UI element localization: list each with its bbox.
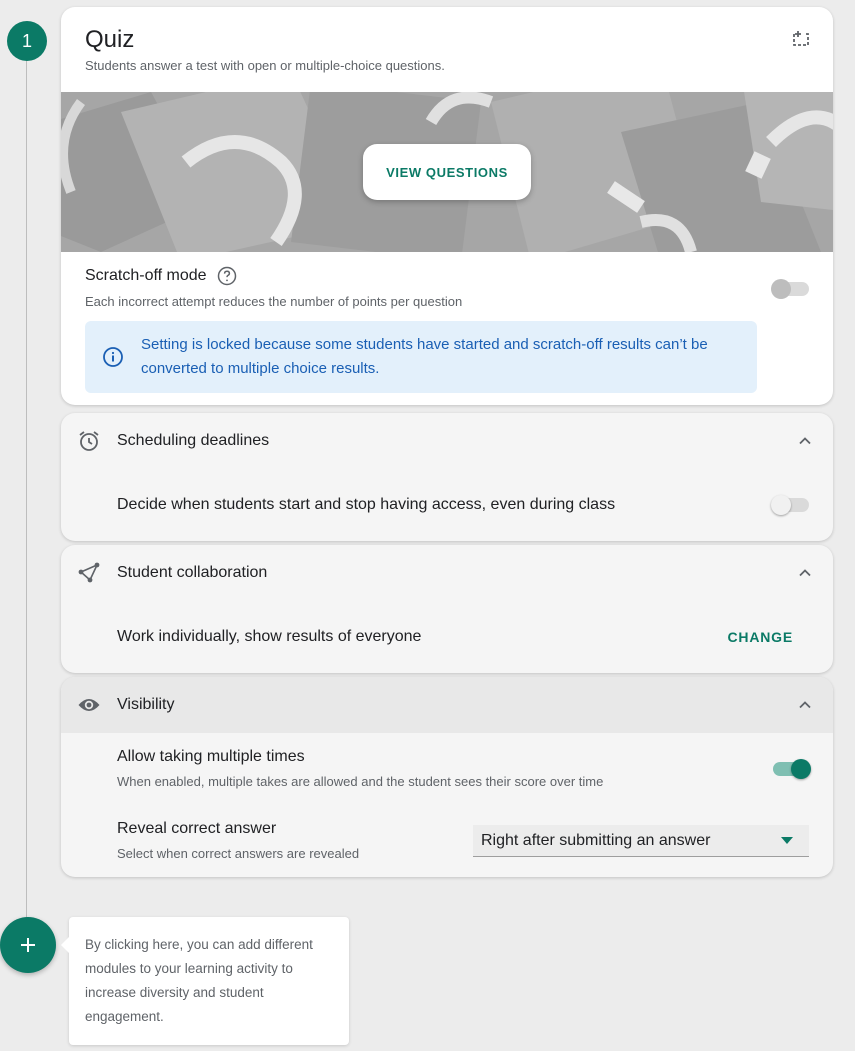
collaboration-header[interactable]: Student collaboration: [61, 545, 833, 601]
scheduling-section: Scheduling deadlines Decide when student…: [61, 413, 833, 541]
toggle-knob: [771, 495, 791, 515]
timeline-line: [26, 60, 27, 920]
chevron-up-icon[interactable]: [797, 433, 813, 449]
quiz-title: Quiz: [85, 26, 135, 53]
visibility-section: Visibility Allow taking multiple times W…: [61, 677, 833, 877]
reveal-answer-description: Select when correct answers are revealed: [117, 846, 360, 861]
collaboration-title: Student collaboration: [117, 564, 268, 581]
collaboration-value: Work individually, show results of every…: [117, 628, 422, 645]
toggle-knob: [771, 279, 791, 299]
locked-info-notice: Setting is locked because some students …: [85, 321, 757, 393]
add-module-tooltip: By clicking here, you can add different …: [61, 917, 349, 1045]
chevron-up-icon[interactable]: [797, 697, 813, 713]
view-questions-button[interactable]: VIEW QUESTIONS: [363, 144, 531, 200]
add-module-button[interactable]: [0, 917, 56, 973]
eye-icon: [78, 699, 100, 711]
reveal-answer-selected-value: Right after submitting an answer: [481, 832, 711, 849]
alarm-clock-icon: [79, 431, 99, 451]
info-icon: [103, 347, 123, 367]
multiple-takes-toggle[interactable]: [773, 759, 811, 779]
toggle-knob: [791, 759, 811, 779]
reveal-answer-title: Reveal correct answer: [117, 820, 277, 837]
chevron-up-icon[interactable]: [797, 565, 813, 581]
scheduling-toggle[interactable]: [771, 495, 809, 515]
scratch-off-toggle[interactable]: [771, 279, 809, 299]
add-to-library-icon[interactable]: [789, 27, 813, 51]
scheduling-title: Scheduling deadlines: [117, 432, 270, 449]
scratch-off-row: Scratch-off mode: [85, 266, 237, 286]
help-circle-icon[interactable]: [217, 266, 237, 286]
add-module-tooltip-text: By clicking here, you can add different …: [85, 937, 313, 1024]
multiple-takes-description: When enabled, multiple takes are allowed…: [117, 774, 604, 789]
dropdown-arrow-icon: [781, 837, 793, 844]
visibility-header[interactable]: Visibility: [61, 677, 833, 733]
scratch-off-title: Scratch-off mode: [85, 267, 207, 284]
scheduling-option-label: Decide when students start and stop havi…: [117, 496, 616, 513]
visibility-title: Visibility: [117, 696, 175, 713]
step-number-badge: 1: [7, 21, 47, 61]
multiple-takes-title: Allow taking multiple times: [117, 748, 305, 765]
plus-icon: [21, 938, 35, 952]
quiz-module-card: Quiz Students answer a test with open or…: [61, 7, 833, 405]
scheduling-header[interactable]: Scheduling deadlines: [61, 413, 833, 469]
quiz-banner-image: VIEW QUESTIONS: [61, 92, 833, 252]
collaboration-section: Student collaboration Work individually,…: [61, 545, 833, 673]
quiz-subtitle: Students answer a test with open or mult…: [85, 58, 445, 73]
share-network-icon: [78, 562, 100, 583]
locked-info-text: Setting is locked because some students …: [141, 336, 708, 377]
change-collaboration-button[interactable]: CHANGE: [728, 629, 793, 645]
reveal-answer-select[interactable]: Right after submitting an answer: [473, 825, 809, 857]
scratch-off-description: Each incorrect attempt reduces the numbe…: [85, 294, 463, 309]
